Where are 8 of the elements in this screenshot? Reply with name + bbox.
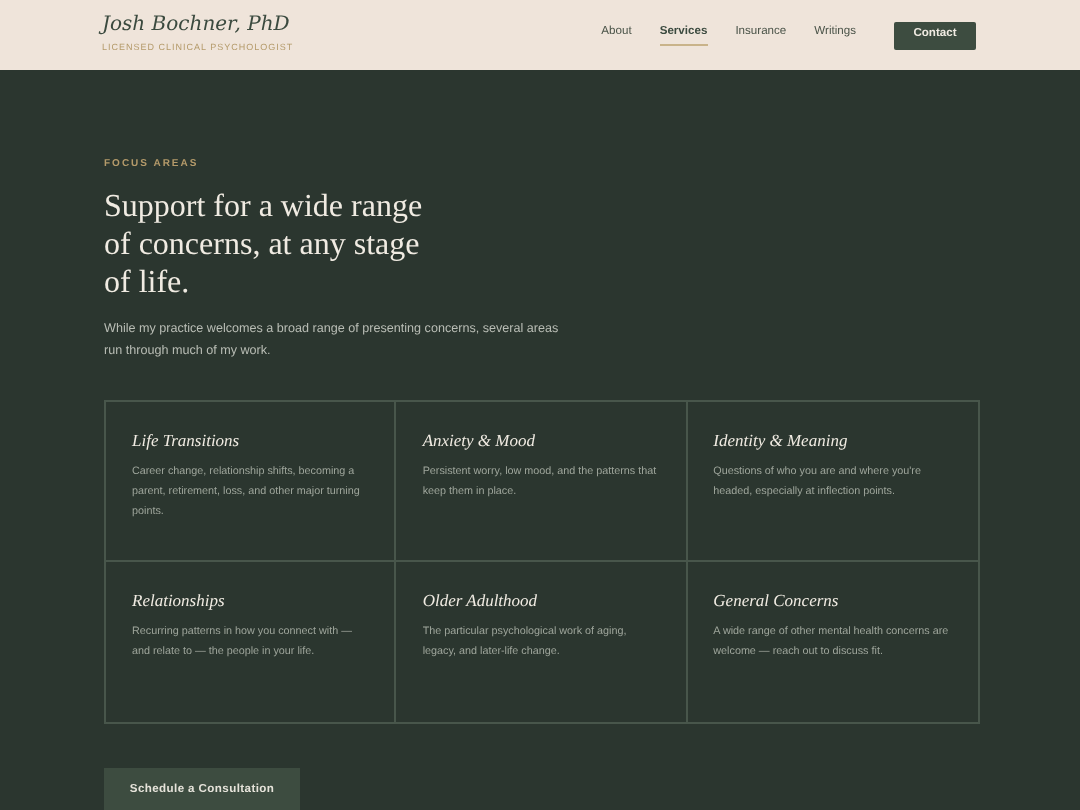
area-title: Anxiety & Mood xyxy=(422,427,538,453)
area-title: Life Transitions xyxy=(132,427,242,453)
area-title: Older Adulthood xyxy=(422,587,540,613)
section-heading: Support for a wide range of concerns, at any stage of life. xyxy=(104,187,424,301)
area-title: Relationships xyxy=(132,587,227,613)
area-title: General Concerns xyxy=(713,587,841,613)
area-title: Identity & Meaning xyxy=(713,427,850,453)
site-name[interactable]: Josh Bochner, PhD xyxy=(102,14,294,39)
